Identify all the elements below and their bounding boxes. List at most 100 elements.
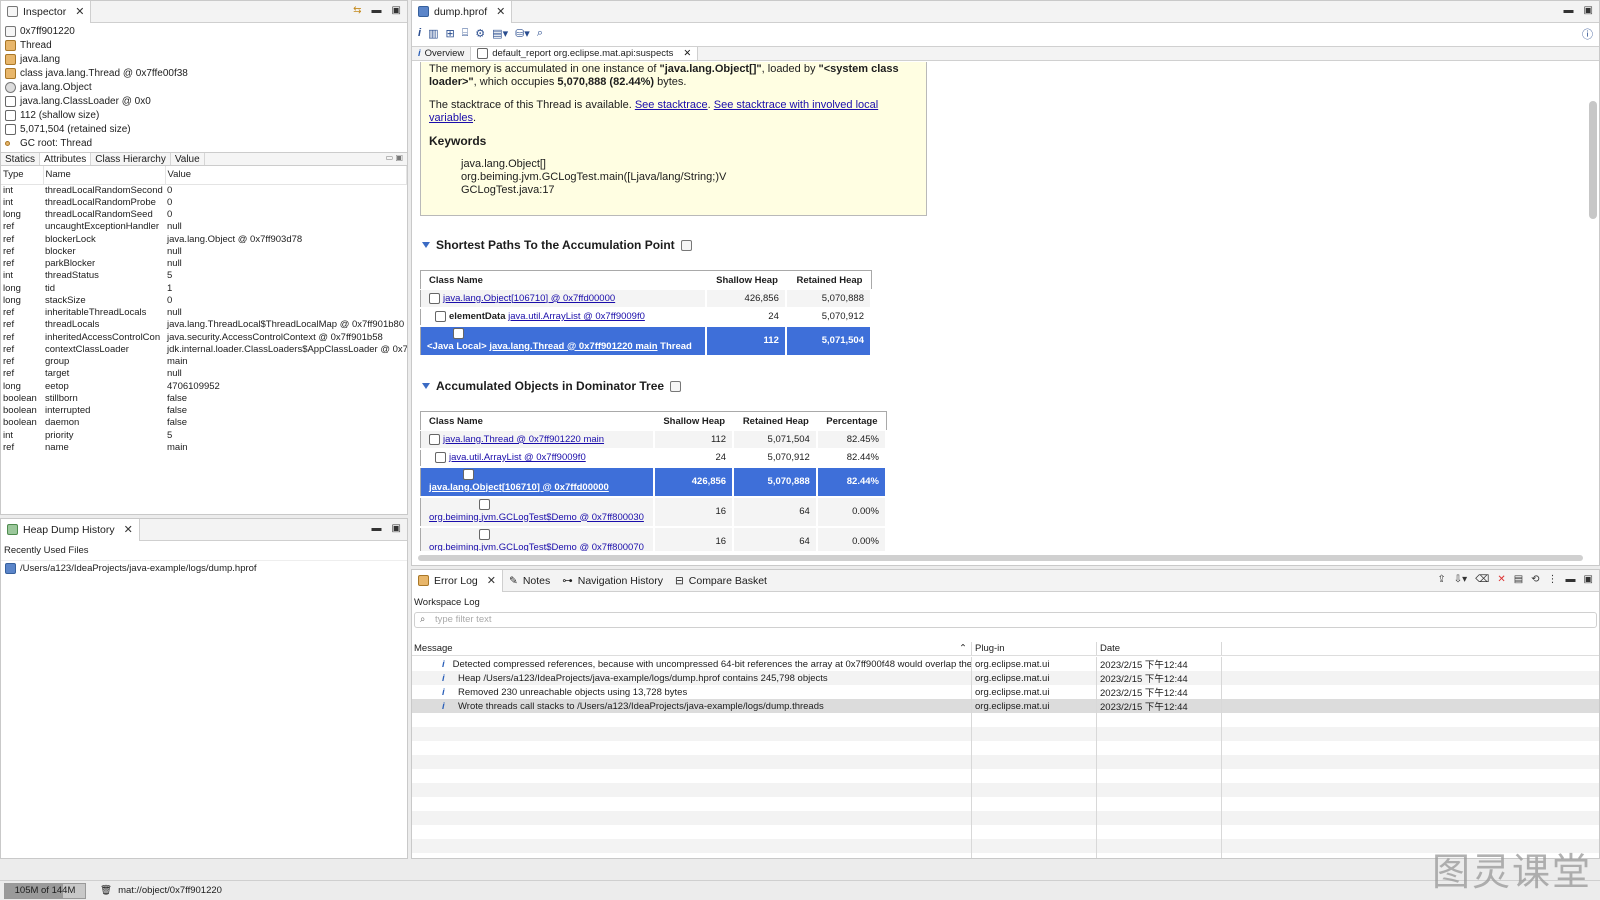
help-icon[interactable]: ⓘ — [1582, 26, 1593, 42]
path-row[interactable]: <Java Local> java.lang.Thread @ 0x7ff901… — [420, 325, 873, 357]
attr-col-name[interactable]: Name — [43, 166, 166, 185]
close-icon[interactable]: ✕ — [75, 5, 84, 18]
col-shallow-heap[interactable]: Shallow Heap — [705, 270, 786, 290]
dominator-row[interactable]: org.beiming.jvm.GCLogTest$Demo @ 0x7ff80… — [420, 496, 888, 528]
attr-row[interactable]: int priority 5 — [1, 429, 407, 441]
filter-input[interactable]: ⌕ type filter text — [414, 612, 1597, 628]
delete-log-icon[interactable]: ✕ — [1497, 574, 1505, 585]
minimize-icon[interactable]: ▬ — [1566, 574, 1576, 585]
col-message[interactable]: Message ⌃ — [412, 642, 972, 655]
attr-row[interactable]: boolean interrupted false — [1, 405, 407, 417]
export-log-icon[interactable]: ⇪ — [1437, 574, 1445, 585]
dominator-object-link[interactable]: java.util.ArrayList @ 0x7ff9009f0 — [449, 452, 586, 463]
collapse-triangle-icon[interactable] — [422, 242, 430, 248]
path-object-link[interactable]: java.lang.Thread @ 0x7ff901220 main — [489, 341, 657, 352]
dominator-object-link[interactable]: org.beiming.jvm.GCLogTest$Demo @ 0x7ff80… — [429, 512, 644, 523]
dominator-title[interactable]: Accumulated Objects in Dominator Tree — [422, 379, 682, 393]
query-browser-icon[interactable]: ⛁▾ — [515, 27, 530, 40]
view-menu-icon[interactable]: ⋮ — [1548, 574, 1558, 585]
log-row[interactable]: i Removed 230 unreachable objects using 1… — [412, 685, 1599, 699]
restore-log-icon[interactable]: ⟲ — [1531, 574, 1539, 585]
col-date[interactable]: Date — [1097, 642, 1222, 655]
trash-icon[interactable]: 🗑 — [100, 885, 112, 896]
tab-default-report[interactable]: default_report org.eclipse.mat.api:suspe… — [471, 47, 699, 61]
attr-col-type[interactable]: Type — [1, 166, 44, 185]
open-in-view-icon[interactable] — [680, 239, 692, 251]
attr-row[interactable]: long tid 1 — [1, 282, 407, 294]
info-icon[interactable]: i — [418, 27, 421, 39]
col-retained-heap[interactable]: Retained Heap — [785, 270, 871, 290]
col-shallow-heap[interactable]: Shallow Heap — [653, 411, 734, 431]
tab-notes[interactable]: ✎ Notes — [503, 570, 556, 592]
minimize-icon[interactable]: ▬ — [1564, 5, 1574, 16]
subtab-menu-icon[interactable]: ▭ ▣ — [386, 153, 403, 162]
subtab-value[interactable]: Value — [171, 153, 205, 166]
open-in-view-icon[interactable] — [670, 380, 682, 392]
path-row[interactable]: java.lang.Object[106710] @ 0x7ffd00000 42… — [420, 289, 873, 309]
attr-row[interactable]: ref blockerLock java.lang.Object @ 0x7ff90… — [1, 233, 407, 245]
subtab-class-hierarchy[interactable]: Class Hierarchy — [91, 153, 171, 166]
attr-row[interactable]: boolean stillborn false — [1, 392, 407, 404]
attr-row[interactable]: boolean daemon false — [1, 417, 407, 429]
subtab-statics[interactable]: Statics — [1, 153, 41, 166]
maximize-icon[interactable]: ▣ — [392, 523, 401, 534]
col-retained-heap[interactable]: Retained Heap — [733, 411, 817, 431]
attr-row[interactable]: ref name main — [1, 441, 407, 453]
import-log-icon[interactable]: ⇩▾ — [1454, 574, 1467, 585]
close-icon[interactable]: ✕ — [487, 574, 496, 587]
attr-row[interactable]: long threadLocalRandomSeed 0 — [1, 209, 407, 221]
log-row[interactable]: i Detected compressed references, because… — [412, 657, 1599, 671]
dominator-object-link[interactable]: java.lang.Object[106710] @ 0x7ffd00000 — [429, 482, 609, 493]
attr-row[interactable]: ref threadLocals java.lang.ThreadLocal$Thr… — [1, 319, 407, 331]
inspector-tab[interactable]: Inspector ✕ — [1, 1, 92, 23]
attr-row[interactable]: ref parkBlocker null — [1, 258, 407, 270]
tab-compare-basket[interactable]: ⊟ Compare Basket — [669, 570, 773, 592]
dominator-row[interactable]: java.lang.Object[106710] @ 0x7ffd00000 42… — [420, 466, 888, 498]
attr-row[interactable]: long stackSize 0 — [1, 294, 407, 306]
minimize-icon[interactable]: ▬ — [372, 5, 382, 16]
report-vertical-scrollbar[interactable] — [1589, 101, 1597, 219]
dominator-object-link[interactable]: java.lang.Thread @ 0x7ff901220 main — [443, 434, 604, 445]
run-report-icon[interactable]: ▤▾ — [492, 27, 508, 40]
open-log-icon[interactable]: ▤ — [1514, 574, 1523, 585]
attr-row[interactable]: int threadStatus 5 — [1, 270, 407, 282]
histogram-icon[interactable]: ▥ — [428, 27, 438, 40]
history-file-item[interactable]: /Users/a123/IdeaProjects/java-example/lo… — [1, 561, 407, 576]
path-row[interactable]: elementData java.util.ArrayList @ 0x7ff9… — [420, 307, 873, 327]
editor-tab-dump[interactable]: dump.hprof ✕ — [412, 1, 513, 23]
path-object-link[interactable]: java.util.ArrayList @ 0x7ff9009f0 — [508, 311, 645, 322]
dominator-row[interactable]: java.util.ArrayList @ 0x7ff9009f0 24 5,070… — [420, 448, 888, 468]
attr-row[interactable]: int threadLocalRandomProbe 0 — [1, 196, 407, 208]
close-icon[interactable]: ✕ — [496, 5, 505, 18]
close-icon[interactable]: ✕ — [683, 47, 691, 61]
col-class-name[interactable]: Class Name — [420, 411, 654, 431]
shortest-paths-title[interactable]: Shortest Paths To the Accumulation Point — [422, 238, 692, 252]
attr-col-value[interactable]: Value — [165, 166, 407, 185]
search-icon[interactable]: ⌕ — [537, 27, 543, 40]
oql-icon[interactable]: ⌸ — [462, 27, 469, 40]
dominator-object-link[interactable]: org.beiming.jvm.GCLogTest$Demo @ 0x7ff80… — [429, 542, 644, 552]
attr-row[interactable]: long eetop 4706109952 — [1, 380, 407, 392]
attr-row[interactable]: ref contextClassLoader jdk.internal.loader… — [1, 343, 407, 355]
collapse-triangle-icon[interactable] — [422, 383, 430, 389]
col-plugin[interactable]: Plug-in — [972, 642, 1097, 655]
attr-row[interactable]: ref group main — [1, 356, 407, 368]
attr-row[interactable]: ref target null — [1, 368, 407, 380]
tab-overview[interactable]: i Overview — [412, 47, 472, 60]
tab-navigation-history[interactable]: ⊶ Navigation History — [556, 570, 669, 592]
maximize-icon[interactable]: ▣ — [392, 5, 401, 16]
tab-error-log[interactable]: Error Log ✕ — [412, 570, 503, 592]
report-horizontal-scrollbar[interactable] — [418, 555, 1583, 561]
log-row[interactable]: i Wrote threads call stacks to /Users/a12… — [412, 699, 1599, 713]
minimize-icon[interactable]: ▬ — [372, 523, 382, 534]
attr-row[interactable]: ref uncaughtExceptionHandler null — [1, 221, 407, 233]
see-stacktrace-link[interactable]: See stacktrace — [635, 99, 708, 111]
dominator-row[interactable]: org.beiming.jvm.GCLogTest$Demo @ 0x7ff80… — [420, 526, 888, 552]
col-percentage[interactable]: Percentage — [816, 411, 886, 431]
subtab-attributes[interactable]: Attributes — [40, 153, 92, 166]
log-row[interactable]: i Heap /Users/a123/IdeaProjects/java-exam… — [412, 671, 1599, 685]
maximize-icon[interactable]: ▣ — [1584, 574, 1593, 585]
thread-overview-icon[interactable]: ⚙ — [475, 27, 485, 40]
path-object-link[interactable]: java.lang.Object[106710] @ 0x7ffd00000 — [443, 293, 615, 304]
clear-log-icon[interactable]: ⌫ — [1475, 574, 1489, 585]
